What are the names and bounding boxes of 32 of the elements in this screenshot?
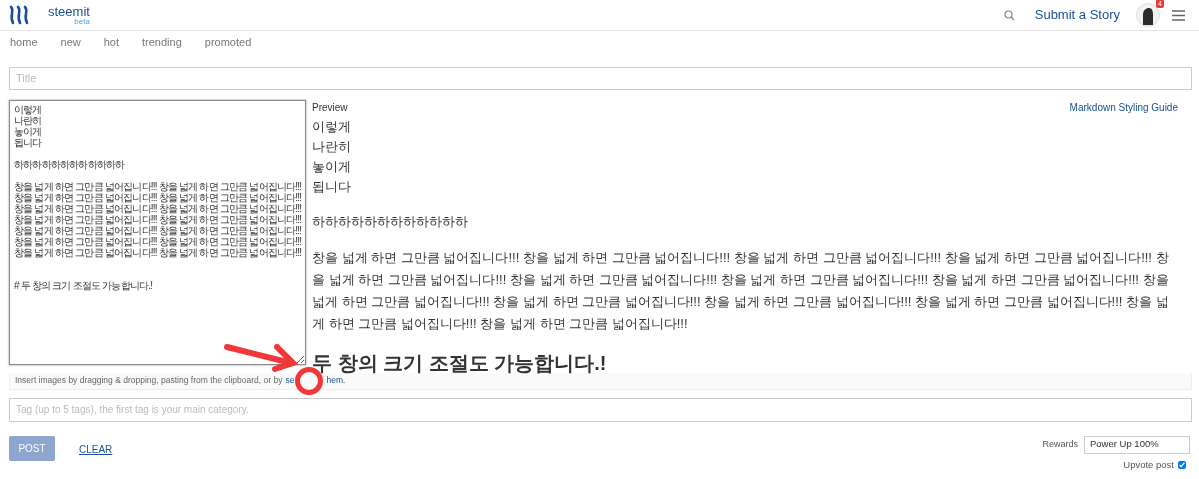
logo-text[interactable]: steemit [48, 4, 90, 18]
nav-link[interactable]: home [10, 33, 38, 51]
editor-field[interactable]: 이렇게 나란히 놓이게 됩니다 하하하하하하하하하하하하 창을 넓게 하면 그만큼 넓어집니다!!! 창을 넓게 하면 그만큼 넓어집니다!!! 창을 넓게 하면 그만큼 넓어집니다!!! 창을 넓게 하면 그만큼 넓어집니다!!! 창을 넓게 하면 그만큼 넓어집니다!!! 창을 넓게 하면 그만큼 넓어집니다!!! 창을 넓게 하면 그만큼 넓어집니다!!! 창을 넓게 하면 그만큼 넓어집니다!!! 창을 넓게 하면 그만큼 넓어집니다!!! 창을 넓게 하면 그만큼 넓어집니다!!! 창을 넓게 하면 그만큼 넓어집니다!!! 창을 넓게 하면 그만큼 넓어집니다!!! 창을 넓게 하면 그만큼 넓어집니다!!! 창을 넓게 하면 그만큼 넓어집니다!!! # 두 창의 크기 조절도 가능합니다.! [9, 99, 306, 365]
preview-line: 됩니다 [312, 177, 352, 196]
menu-icon[interactable] [1172, 9, 1185, 21]
rewards-select[interactable]: Power Up 100% [1084, 435, 1190, 454]
rewards-label: Rewards [1042, 437, 1078, 451]
select-files-link[interactable]: hem [326, 374, 343, 387]
preview-paragraph: 창을 넓게 하면 그만큼 넓어집니다!!! 창을 넓게 하면 그만큼 넓어집니다!!! 창을 넓게 하면 그만큼 넓어집니다!!! 창을 넓게 하면 그만큼 넓어집니다!!! 창을 넓게 하면 그만큼 넓어집니다!!! 창을 넓게 하면 그만큼 넓어집니다!!! 창을 넓게 하면 그만큼 넓어집니다!!! 창을 넓게 하면 그만큼 넓어집니다!!! 창을 넓게 하면 그만큼 넓어집니다!!! 창을 넓게 하면 그만큼 넓어집니다!!! 창을 넓게 하면 그만큼 넓어집니다!!! 창을 넓게 하면 그만큼 넓어집니다!!! 창을 넓게 하면 그만큼 넓어집니다!!! 창을 넓게 하면 그만큼 넓어집니다!!! [312, 248, 1170, 333]
upvote-label: Upvote post [1123, 457, 1174, 472]
upload-hint: Insert images by dragging & dropping, pasting from the clipboard, or by [15, 374, 283, 387]
select-files-link[interactable]: se [285, 374, 295, 387]
nav-link[interactable]: hot [103, 33, 119, 51]
beta-label: beta [74, 17, 90, 26]
tags-field[interactable]: Tag (up to 5 tags), the first tag is your main category. [9, 397, 1192, 422]
clear-link[interactable]: CLEAR [79, 441, 113, 457]
preview-heading: 두 창의 크기 조절도 가능합니다.! [312, 352, 608, 373]
markdown-guide-link[interactable]: Markdown Styling Guide [1069, 99, 1178, 115]
preview-label: Preview [312, 100, 348, 115]
avatar-icon[interactable] [1136, 3, 1160, 27]
preview-line: 이렇게 [312, 117, 352, 136]
preview-line: 나란히 [312, 137, 352, 156]
nav-link[interactable]: promoted [204, 33, 252, 51]
upload-hint: . [342, 374, 346, 387]
nav-link[interactable]: new [60, 33, 81, 51]
title-field[interactable]: Title [9, 66, 1192, 90]
upvote-checkbox[interactable] [1178, 460, 1186, 469]
preview-paragraph: 하하하하하하하하하하하하 [312, 212, 469, 231]
submit-story-link[interactable]: Submit a Story [1034, 5, 1120, 25]
search-icon[interactable] [1003, 9, 1015, 21]
nav-link[interactable]: trending [142, 33, 182, 51]
preview-line: 놓이게 [312, 157, 352, 176]
